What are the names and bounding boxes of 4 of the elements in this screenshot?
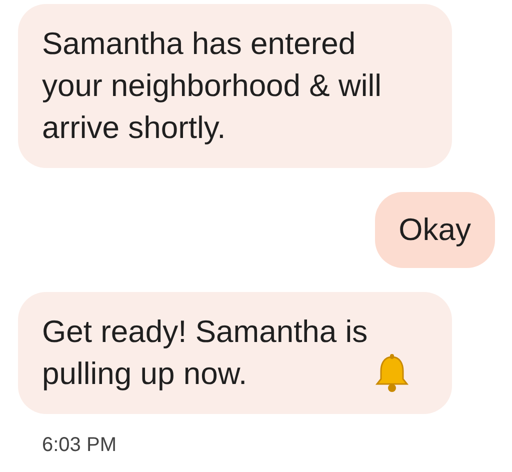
- message-text: Okay: [398, 212, 471, 247]
- message-text: Get ready! Samantha is pulling up now.: [42, 313, 368, 393]
- message-text: Samantha has entered your neighborhood & will arrive shortly.: [42, 25, 382, 147]
- timestamp: 6:03 PM: [41, 434, 118, 457]
